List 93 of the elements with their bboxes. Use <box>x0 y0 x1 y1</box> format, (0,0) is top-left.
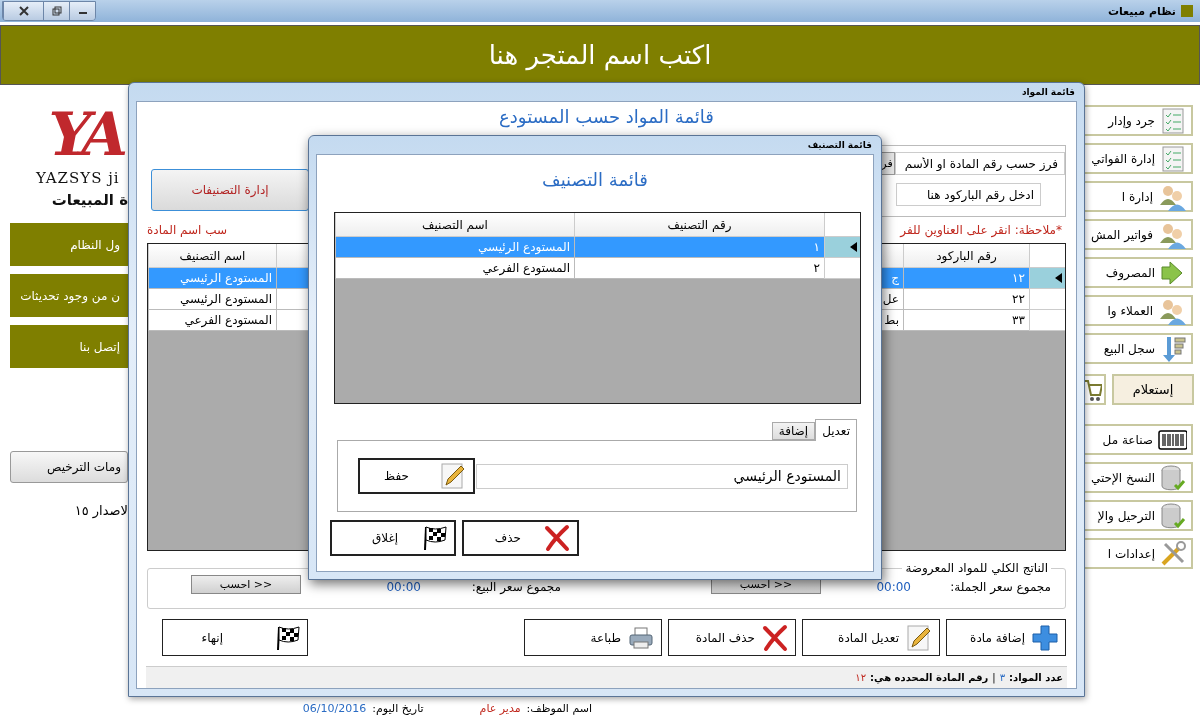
sidebar-button[interactable]: سجل البيع <box>1082 333 1193 364</box>
table-cell: المستودع الرئيسي <box>335 237 574 258</box>
window-heading: قائمة المواد حسب المستودع <box>498 106 715 127</box>
categories-button[interactable]: إدارة التصنيفات <box>151 169 309 211</box>
total-label: مجموع سعر الجملة: <box>949 580 1051 594</box>
action-button[interactable]: إضافة مادة <box>946 619 1066 656</box>
sidebar-button[interactable]: الترحيل والإ <box>1082 500 1193 531</box>
license-button[interactable]: ومات الترخيص <box>10 451 128 483</box>
store-name-banner: اكتب اسم المتجر هنا <box>0 25 1200 85</box>
app-icon <box>1180 4 1194 18</box>
status-label: عدد المواد: <box>1009 672 1063 683</box>
dialog-button[interactable]: إغلاق <box>330 520 456 556</box>
sidebar-button[interactable]: إعدادات ا <box>1082 538 1193 569</box>
status-label: تاريخ اليوم: <box>372 701 424 715</box>
sidebar-button[interactable]: جرد وإدار <box>1082 105 1193 136</box>
tools-icon <box>1159 539 1187 568</box>
sidebar-button[interactable]: إدارة الفواتي <box>1082 143 1193 174</box>
note-text: *ملاحظة: انقر على العناوين للفر <box>900 223 1062 237</box>
logo: YA <box>48 99 124 169</box>
minimize-button[interactable] <box>69 2 95 20</box>
inquiry-button[interactable]: إستعلام <box>1112 374 1194 405</box>
column-header[interactable]: رقم التصنيف <box>574 213 824 237</box>
row-header[interactable] <box>1029 268 1065 289</box>
action-button[interactable]: حذف المادة <box>668 619 796 656</box>
cross-icon <box>543 524 571 552</box>
tab[interactable]: تعديل <box>815 419 857 441</box>
restore-button[interactable] <box>43 2 69 20</box>
row-header[interactable] <box>824 237 860 258</box>
barcode-field[interactable]: ادخل رقم الباركود هنا <box>896 183 1041 206</box>
table-cell: المستودع الفرعي <box>335 258 574 279</box>
checklist-icon <box>1159 144 1187 173</box>
table-cell: المستودع الفرعي <box>148 310 276 331</box>
sidebar-button[interactable]: المصروف <box>1082 257 1193 288</box>
column-header[interactable]: اسم التصنيف <box>335 213 574 237</box>
sidebar-button[interactable]: إدارة ا <box>1082 181 1193 212</box>
table-cell: ١ <box>574 237 824 258</box>
dialog-title: قائمة التصنيف <box>806 139 873 152</box>
dialog-button[interactable]: حذف <box>462 520 579 556</box>
total-label: مجموع سعر البيع: <box>470 580 561 594</box>
table-cell: ٣٣ <box>903 310 1029 331</box>
grid-corner <box>1029 244 1065 268</box>
checklist-icon <box>1159 106 1187 135</box>
grid-corner <box>824 213 860 237</box>
group-title: الناتج الكلي للمواد المعروضة <box>904 561 1049 575</box>
menu-button[interactable]: ن من وجود تحديثات <box>10 274 128 317</box>
sort-field[interactable]: فرز حسب رقم المادة او الأسم <box>895 152 1065 175</box>
window-title: قائمة المواد <box>1020 86 1076 100</box>
database-icon <box>1159 463 1187 492</box>
sidebar-button[interactable]: العملاء وا <box>1082 295 1193 326</box>
brand-name: YAZSYS ji <box>35 169 120 187</box>
version-label: لاصدار ١٥ <box>74 503 128 518</box>
sidebar-button[interactable]: صناعة مل <box>1082 424 1193 455</box>
status-value: ١٢ <box>855 672 867 683</box>
sidebar-button[interactable]: النسخ الإحتي <box>1082 462 1193 493</box>
action-button[interactable]: تعديل المادة <box>802 619 940 656</box>
dialog-heading: قائمة التصنيف <box>541 169 649 190</box>
sidebar-button[interactable]: فواتير المش <box>1082 219 1193 250</box>
cross-icon <box>761 623 789 652</box>
column-header[interactable]: رقم الباركود <box>903 244 1029 268</box>
table-cell: المستودع الرئيسي <box>148 268 276 289</box>
menu-button[interactable]: ول النظام <box>10 223 128 266</box>
total-value: 00:00 <box>385 580 421 594</box>
status-label: اسم الموظف: <box>526 701 592 715</box>
calculate-button[interactable]: << احسب <box>191 575 301 594</box>
action-button[interactable]: إنهاء <box>162 619 308 656</box>
status-label: رقم المادة المحدده هي: <box>870 672 989 683</box>
brand-subtitle: ة المبيعات <box>51 191 128 209</box>
action-button[interactable]: طباعة <box>524 619 662 656</box>
total-value: 00:00 <box>875 580 911 594</box>
tab[interactable]: إضافة <box>771 422 816 440</box>
status-value: ٣ <box>999 672 1006 683</box>
row-pointer-icon <box>1055 273 1062 283</box>
window-title: نظام مبيعات <box>1107 4 1176 18</box>
plus-icon <box>1031 623 1059 652</box>
note-text: سب اسم المادة <box>147 223 228 237</box>
restore-icon <box>51 6 62 16</box>
save-button[interactable]: حفظ <box>358 458 475 494</box>
table-cell: المستودع الرئيسي <box>148 289 276 310</box>
status-value: مدير عام <box>479 701 521 715</box>
table-cell: ٢٢ <box>903 289 1029 310</box>
menu-button[interactable]: إتصل بنا <box>10 325 128 368</box>
status-value: 06/10/2016 <box>302 701 367 715</box>
pencil-icon <box>439 462 467 490</box>
database-icon <box>1159 501 1187 530</box>
table-cell: ١٢ <box>903 268 1029 289</box>
close-icon <box>18 6 29 16</box>
close-button[interactable] <box>3 2 43 20</box>
category-name-field[interactable]: المستودع الرئيسي <box>476 463 848 489</box>
pencil-icon <box>905 623 933 652</box>
status-separator: | <box>992 672 996 683</box>
table-cell: ٢ <box>574 258 824 279</box>
column-header[interactable]: اسم التصنيف <box>148 244 276 268</box>
row-pointer-icon <box>850 242 857 252</box>
